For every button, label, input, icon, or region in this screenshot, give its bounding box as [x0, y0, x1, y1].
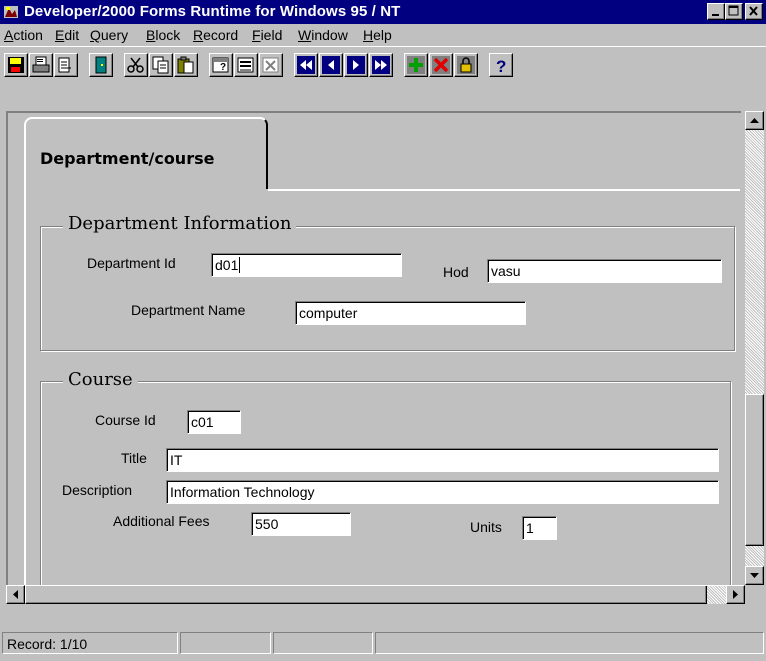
- arrow-left-icon: [13, 590, 18, 599]
- print-button[interactable]: [29, 53, 53, 77]
- tab-label: Department/course: [40, 149, 215, 168]
- cut-button[interactable]: [124, 53, 148, 77]
- department-frame: [40, 226, 735, 351]
- units-label: Units: [470, 519, 502, 535]
- description-field[interactable]: Information Technology: [166, 480, 719, 504]
- department-frame-title: Department Information: [63, 213, 297, 234]
- last-record-icon: [372, 56, 390, 74]
- execute-query-button[interactable]: [234, 53, 258, 77]
- title-bar[interactable]: Developer/2000 Forms Runtime for Windows…: [0, 0, 766, 24]
- first-record-icon: [297, 56, 315, 74]
- department-id-field[interactable]: d01: [211, 253, 402, 277]
- menu-block[interactable]: Block: [146, 27, 180, 43]
- status-panel-2: [180, 632, 271, 654]
- paste-button[interactable]: [174, 53, 198, 77]
- save-button[interactable]: [4, 53, 28, 77]
- status-panel-3: [273, 632, 373, 654]
- arrow-down-icon: [750, 573, 759, 578]
- menu-record[interactable]: Record: [193, 27, 238, 43]
- print-icon: [32, 56, 50, 73]
- last-record-button[interactable]: [369, 53, 393, 77]
- additional-fees-field[interactable]: 550: [251, 512, 351, 536]
- menu-help[interactable]: Help: [363, 27, 392, 43]
- arrow-up-icon: [750, 118, 759, 123]
- exit-icon: [95, 56, 107, 74]
- previous-record-icon: [322, 56, 340, 74]
- vertical-scroll-thumb[interactable]: [745, 394, 764, 546]
- close-icon: [749, 6, 758, 16]
- hod-label: Hod: [443, 264, 469, 280]
- vertical-scrollbar[interactable]: [745, 111, 764, 585]
- scroll-right-button[interactable]: [726, 585, 745, 604]
- next-record-icon: [347, 56, 365, 74]
- help-icon: ?: [496, 57, 506, 74]
- scroll-down-button[interactable]: [745, 566, 764, 585]
- execute-query-icon: [237, 57, 254, 73]
- department-name-label: Department Name: [131, 302, 246, 318]
- horizontal-scrollbar[interactable]: [6, 585, 745, 604]
- text-caret: [239, 257, 241, 273]
- save-icon: [8, 57, 24, 73]
- status-panel-record: Record: 1/10: [2, 632, 178, 654]
- window-title: Developer/2000 Forms Runtime for Windows…: [24, 3, 401, 20]
- department-name-field[interactable]: computer: [295, 301, 526, 325]
- exit-button[interactable]: [89, 53, 113, 77]
- menu-edit[interactable]: Edit: [55, 27, 79, 43]
- additional-fees-label: Additional Fees: [113, 513, 210, 529]
- maximize-button[interactable]: [725, 3, 743, 20]
- enter-query-icon: ?: [212, 57, 229, 73]
- lock-record-button[interactable]: [454, 53, 478, 77]
- scroll-left-button[interactable]: [6, 585, 25, 604]
- next-record-button[interactable]: [344, 53, 368, 77]
- course-id-label: Course Id: [95, 412, 156, 428]
- copy-icon: [152, 56, 169, 74]
- help-button[interactable]: ?: [489, 53, 513, 77]
- insert-record-icon: [407, 56, 425, 74]
- print-setup-icon: [58, 57, 71, 73]
- units-field[interactable]: 1: [522, 516, 557, 540]
- delete-record-icon: [432, 56, 450, 74]
- maximize-icon: [728, 5, 739, 16]
- svg-text:?: ?: [220, 62, 226, 73]
- arrow-right-icon: [733, 590, 738, 599]
- menu-window[interactable]: Window: [298, 27, 348, 43]
- cancel-query-button[interactable]: [259, 53, 283, 77]
- hod-field[interactable]: vasu: [487, 259, 722, 283]
- scroll-up-button[interactable]: [745, 111, 764, 130]
- title-field[interactable]: IT: [166, 448, 719, 472]
- title-label: Title: [121, 450, 147, 466]
- close-button[interactable]: [745, 3, 763, 20]
- first-record-button[interactable]: [294, 53, 318, 77]
- department-id-label: Department Id: [87, 255, 176, 271]
- app-icon: [4, 6, 18, 18]
- minimize-button[interactable]: [707, 3, 725, 20]
- status-panel-4: [375, 632, 764, 654]
- status-bar: Record: 1/10: [0, 627, 766, 661]
- paste-icon: [177, 56, 194, 74]
- print-setup-button[interactable]: [54, 53, 78, 77]
- insert-record-button[interactable]: [404, 53, 428, 77]
- toolbar: ? ?: [0, 46, 766, 80]
- minimize-icon: [712, 14, 719, 16]
- svg-text:?: ?: [496, 57, 506, 74]
- menu-bar: Action Edit Query Block Record Field Win…: [0, 24, 766, 46]
- enter-query-button[interactable]: ?: [209, 53, 233, 77]
- course-id-field[interactable]: c01: [187, 410, 241, 434]
- lock-record-icon: [457, 56, 475, 74]
- cancel-query-icon: [262, 57, 279, 73]
- menu-action[interactable]: Action: [4, 27, 43, 43]
- record-count: Record: 1/10: [7, 636, 88, 652]
- menu-query[interactable]: Query: [90, 27, 128, 43]
- tab-department-course[interactable]: Department/course: [24, 117, 268, 189]
- course-frame-title: Course: [63, 369, 138, 390]
- delete-record-button[interactable]: [429, 53, 453, 77]
- cut-icon: [127, 57, 144, 73]
- copy-button[interactable]: [149, 53, 173, 77]
- description-label: Description: [62, 482, 133, 498]
- menu-field[interactable]: Field: [252, 27, 282, 43]
- horizontal-scroll-thumb[interactable]: [25, 585, 707, 604]
- previous-record-button[interactable]: [319, 53, 343, 77]
